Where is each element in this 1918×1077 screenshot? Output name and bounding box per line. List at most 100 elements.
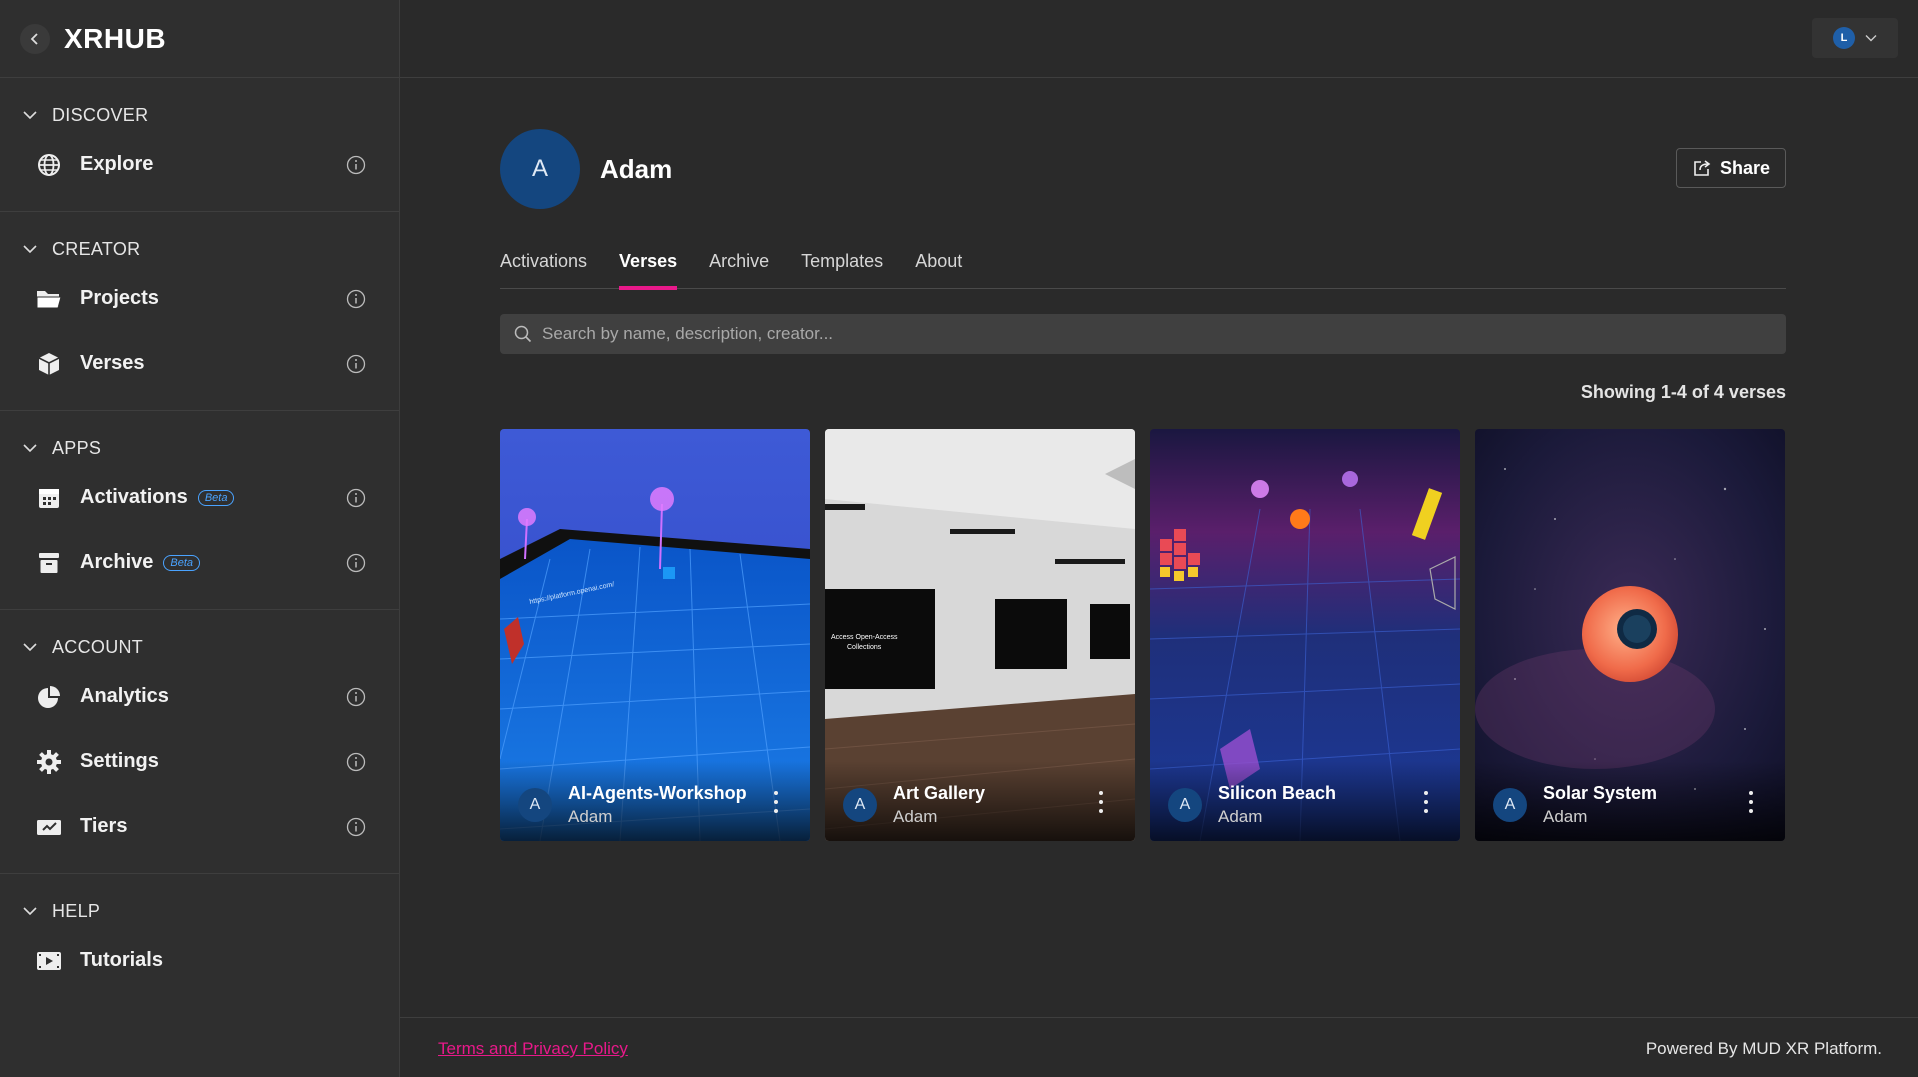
ticket-icon xyxy=(34,812,64,842)
section-creator: CREATOR Projects Verses xyxy=(0,212,399,411)
footer: Terms and Privacy Policy Powered By MUD … xyxy=(400,1017,1918,1077)
verse-creator: Adam xyxy=(568,807,613,826)
sidebar-item-tutorials[interactable]: Tutorials xyxy=(0,928,399,993)
more-options-icon[interactable] xyxy=(772,791,780,813)
sidebar-item-archive[interactable]: Archive Beta xyxy=(0,530,399,595)
sidebar-item-label: Activations xyxy=(80,486,188,508)
archive-icon xyxy=(34,548,64,578)
sidebar-item-label: Settings xyxy=(80,750,159,772)
sidebar-item-label: Archive xyxy=(80,551,154,573)
card-info: A Art Gallery Adam xyxy=(843,783,985,827)
creator-avatar: A xyxy=(843,788,877,822)
sidebar-item-label: Tutorials xyxy=(80,949,163,971)
top-bar: L xyxy=(400,0,1918,78)
chevron-left-icon xyxy=(30,32,38,45)
info-icon[interactable] xyxy=(345,816,367,838)
sidebar: XRHUB DISCOVER Explore CREATOR Projects xyxy=(0,0,400,1077)
section-discover: DISCOVER Explore xyxy=(0,78,399,212)
info-icon[interactable] xyxy=(345,487,367,509)
verse-card[interactable]: Access Open-Access Collections A Art Gal… xyxy=(825,429,1135,841)
terms-link[interactable]: Terms and Privacy Policy xyxy=(438,1039,628,1059)
profile-name: Adam xyxy=(600,153,673,184)
info-icon[interactable] xyxy=(345,353,367,375)
verse-creator: Adam xyxy=(1543,807,1588,826)
chevron-down-icon xyxy=(22,443,38,453)
creator-avatar: A xyxy=(1493,788,1527,822)
video-icon xyxy=(34,946,64,976)
section-title: APPS xyxy=(52,437,102,458)
card-info: A Solar System Adam xyxy=(1493,783,1657,827)
card-info: A AI-Agents-Workshop Adam xyxy=(518,783,747,827)
info-icon[interactable] xyxy=(345,686,367,708)
section-help: HELP Tutorials xyxy=(0,874,399,1007)
verse-creator: Adam xyxy=(893,807,938,826)
folder-icon xyxy=(34,284,64,314)
sidebar-item-explore[interactable]: Explore xyxy=(0,132,399,197)
profile-avatar: A xyxy=(500,129,580,209)
share-button[interactable]: Share xyxy=(1676,148,1786,188)
tab-about[interactable]: About xyxy=(915,239,962,289)
creator-avatar: A xyxy=(518,788,552,822)
chevron-down-icon xyxy=(22,642,38,652)
sidebar-item-label: Explore xyxy=(80,153,154,175)
verse-card[interactable]: A Solar System Adam xyxy=(1475,429,1785,841)
svg-text:Collections: Collections xyxy=(847,644,882,651)
sidebar-item-activations[interactable]: Activations Beta xyxy=(0,465,399,530)
sidebar-item-label: Analytics xyxy=(80,685,169,707)
verse-title: Solar System xyxy=(1543,783,1658,803)
verse-title: Art Gallery xyxy=(893,783,986,803)
section-apps: APPS Activations Beta Archive Beta xyxy=(0,411,399,610)
svg-text:Access Open-Access: Access Open-Access xyxy=(831,634,898,641)
section-title: HELP xyxy=(52,900,101,921)
section-title: DISCOVER xyxy=(52,104,149,125)
sidebar-item-tiers[interactable]: Tiers xyxy=(0,794,399,859)
search-input[interactable] xyxy=(542,324,1742,344)
section-toggle-apps[interactable]: APPS xyxy=(0,431,399,465)
section-title: CREATOR xyxy=(52,238,141,259)
verse-card[interactable]: A Silicon Beach Adam xyxy=(1150,429,1460,841)
info-icon[interactable] xyxy=(345,751,367,773)
chevron-down-icon xyxy=(1865,35,1877,42)
tab-archive[interactable]: Archive xyxy=(709,239,769,289)
search-icon xyxy=(514,325,532,343)
chevron-down-icon xyxy=(22,110,38,120)
brand-title: XRHUB xyxy=(64,22,167,54)
sidebar-item-settings[interactable]: Settings xyxy=(0,729,399,794)
user-avatar: L xyxy=(1833,27,1855,49)
tab-templates[interactable]: Templates xyxy=(801,239,883,289)
sidebar-item-projects[interactable]: Projects xyxy=(0,266,399,331)
info-icon[interactable] xyxy=(345,288,367,310)
info-icon[interactable] xyxy=(345,552,367,574)
section-toggle-help[interactable]: HELP xyxy=(0,894,399,928)
profile-tabs: Activations Verses Archive Templates Abo… xyxy=(500,239,1786,290)
creator-avatar: A xyxy=(1168,788,1202,822)
card-info: A Silicon Beach Adam xyxy=(1168,783,1336,827)
powered-by: Powered By MUD XR Platform. xyxy=(1645,1039,1882,1058)
section-toggle-creator[interactable]: CREATOR xyxy=(0,232,399,266)
globe-icon xyxy=(34,150,64,180)
gear-icon xyxy=(34,747,64,777)
section-toggle-discover[interactable]: DISCOVER xyxy=(0,98,399,132)
user-menu-button[interactable]: L xyxy=(1812,18,1898,58)
brand-header: XRHUB xyxy=(0,0,399,78)
info-icon[interactable] xyxy=(345,154,367,176)
calendar-icon xyxy=(34,483,64,513)
section-title: ACCOUNT xyxy=(52,636,144,657)
verse-card[interactable]: https://platform.openai.com/ A AI-Agents… xyxy=(500,429,810,841)
chevron-down-icon xyxy=(22,906,38,916)
sidebar-item-label: Tiers xyxy=(80,815,128,837)
tab-activations[interactable]: Activations xyxy=(500,239,587,289)
section-toggle-account[interactable]: ACCOUNT xyxy=(0,630,399,664)
sidebar-item-verses[interactable]: Verses xyxy=(0,331,399,396)
profile-header: A Adam xyxy=(500,129,672,209)
more-options-icon[interactable] xyxy=(1097,791,1105,813)
verse-title: AI-Agents-Workshop xyxy=(568,783,747,803)
cube-icon xyxy=(34,349,64,379)
more-options-icon[interactable] xyxy=(1422,791,1430,813)
sidebar-item-analytics[interactable]: Analytics xyxy=(0,664,399,729)
pie-chart-icon xyxy=(34,682,64,712)
back-button[interactable] xyxy=(20,23,50,54)
more-options-icon[interactable] xyxy=(1747,791,1755,813)
tab-verses[interactable]: Verses xyxy=(619,239,678,290)
section-account: ACCOUNT Analytics Settings Tiers xyxy=(0,610,399,874)
